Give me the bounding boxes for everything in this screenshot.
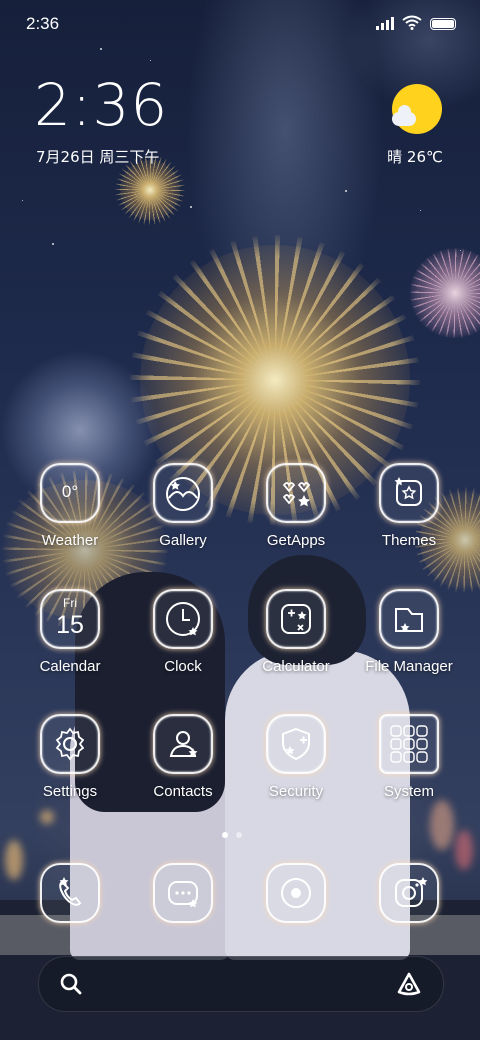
- app-weather[interactable]: 0° Weather: [10, 463, 130, 549]
- weather-text: 晴 26℃: [387, 148, 443, 166]
- status-bar: 2:36: [0, 0, 480, 50]
- messages-icon[interactable]: [153, 863, 213, 923]
- browser-icon[interactable]: [266, 863, 326, 923]
- search-bar[interactable]: [38, 956, 444, 1012]
- clock-icon: [153, 589, 213, 649]
- app-label: Calendar: [39, 658, 101, 675]
- battery-icon: [430, 18, 456, 30]
- file-manager-icon: [379, 589, 439, 649]
- calendar-day: Fri: [63, 596, 77, 610]
- settings-icon: [40, 714, 100, 774]
- app-label: Clock: [164, 658, 202, 675]
- cellular-signal-icon: [376, 16, 394, 30]
- app-clock[interactable]: Clock: [123, 589, 243, 675]
- page-dot[interactable]: [236, 832, 242, 838]
- getapps-icon: [266, 463, 326, 523]
- app-label: GetApps: [266, 532, 326, 549]
- weather-icon-temp: 0°: [61, 482, 79, 501]
- calculator-icon: [266, 589, 326, 649]
- page-indicator: [222, 832, 242, 838]
- app-label: System: [383, 783, 434, 800]
- app-label: Security: [268, 783, 324, 800]
- weather-icon: 0°: [40, 463, 100, 523]
- app-calculator[interactable]: Calculator: [236, 589, 356, 675]
- app-label: Themes: [381, 532, 437, 549]
- calendar-icon: Fri 15: [40, 589, 100, 649]
- system-folder-icon: [379, 714, 439, 774]
- clock-time: 2:36: [34, 71, 169, 139]
- app-security[interactable]: Security: [236, 714, 356, 800]
- app-file-manager[interactable]: File Manager: [349, 589, 469, 675]
- app-themes[interactable]: Themes: [349, 463, 469, 549]
- gallery-icon: [153, 463, 213, 523]
- app-label: Settings: [42, 783, 98, 800]
- app-label: Calculator: [262, 658, 330, 675]
- app-settings[interactable]: Settings: [10, 714, 130, 800]
- calendar-date: 15: [56, 611, 84, 639]
- app-label: Weather: [41, 532, 99, 549]
- contacts-icon: [153, 714, 213, 774]
- app-getapps[interactable]: GetApps: [236, 463, 356, 549]
- page-dot[interactable]: [222, 832, 228, 838]
- wifi-icon: [402, 15, 422, 30]
- app-contacts[interactable]: Contacts: [123, 714, 243, 800]
- cloud-icon: [392, 105, 416, 126]
- app-gallery[interactable]: Gallery: [123, 463, 243, 549]
- app-label: File Manager: [365, 658, 453, 675]
- app-system-folder[interactable]: System: [349, 714, 469, 800]
- camera-icon[interactable]: [379, 863, 439, 923]
- clock-date: 7月26日 周三下午: [36, 148, 160, 166]
- status-time: 2:36: [26, 14, 60, 33]
- app-calendar[interactable]: Fri 15 Calendar: [10, 589, 130, 675]
- themes-icon: [379, 463, 439, 523]
- app-label: Gallery: [159, 532, 207, 549]
- assistant-icon[interactable]: [395, 970, 423, 998]
- app-label: Contacts: [153, 783, 213, 800]
- search-icon[interactable]: [59, 972, 83, 996]
- phone-icon[interactable]: [40, 863, 100, 923]
- security-icon: [266, 714, 326, 774]
